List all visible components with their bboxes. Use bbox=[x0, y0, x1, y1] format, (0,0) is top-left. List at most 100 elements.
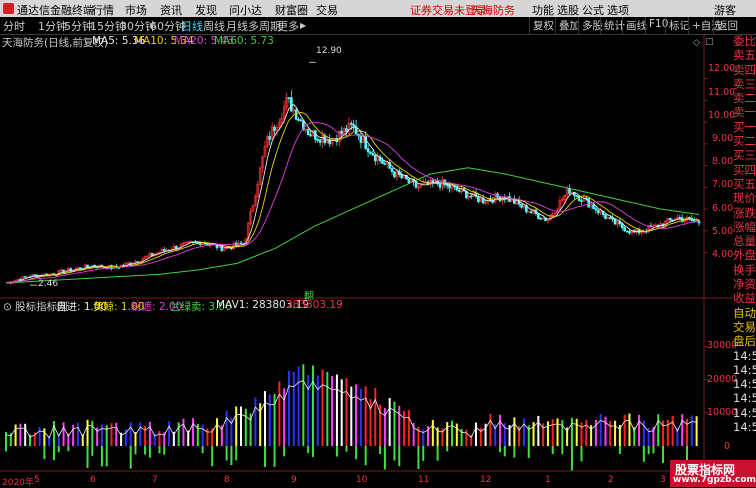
candle-body bbox=[608, 217, 612, 219]
tab-weekly[interactable]: 周线 bbox=[203, 18, 225, 34]
candle-body bbox=[297, 119, 300, 121]
indicator-bar bbox=[139, 422, 142, 446]
indicator-bar bbox=[451, 420, 454, 446]
candle-body bbox=[580, 200, 583, 202]
tab-monthly[interactable]: 月线 bbox=[226, 18, 248, 34]
indicator-bar bbox=[690, 415, 693, 446]
btn-back[interactable]: 返回 bbox=[713, 17, 741, 35]
indicator-bar-negative bbox=[647, 446, 650, 455]
date-tick: 6 bbox=[90, 475, 96, 485]
menu-quotes[interactable]: 行情 bbox=[92, 2, 114, 18]
menu-select-stock[interactable]: 选股 bbox=[557, 2, 579, 18]
indicator-bar bbox=[551, 419, 554, 446]
indicator-bar-negative bbox=[225, 446, 228, 461]
date-tick: 12 bbox=[480, 475, 492, 485]
indicator-bar bbox=[105, 425, 108, 446]
side-panel-item[interactable]: 交易 bbox=[733, 320, 756, 334]
indicator-bar bbox=[575, 418, 578, 446]
candle-body bbox=[390, 168, 394, 172]
indicator-bar-negative bbox=[436, 446, 439, 461]
tab-5min[interactable]: 5分钟 bbox=[64, 18, 93, 34]
indicator-bar-negative bbox=[364, 446, 367, 466]
indicator-bar bbox=[570, 417, 573, 446]
indicator-bar bbox=[556, 418, 559, 446]
indicator-bar-negative bbox=[52, 446, 55, 461]
indicator-bar bbox=[158, 431, 161, 446]
indicator-bar bbox=[321, 369, 324, 446]
menu-news[interactable]: 资讯 bbox=[160, 2, 182, 18]
low-price-label: 2.46 bbox=[38, 279, 59, 289]
indicator-bar-negative bbox=[235, 446, 238, 461]
indicator-bar bbox=[623, 414, 626, 446]
side-panel-item[interactable]: 盘后 bbox=[733, 334, 756, 348]
indicator-bar-negative bbox=[57, 446, 60, 453]
side-panel-item: 买四 bbox=[733, 162, 756, 177]
side-panel-item: 14:56 bbox=[733, 377, 756, 392]
tab-fenshi[interactable]: 分时 bbox=[3, 18, 25, 34]
candle-body bbox=[537, 213, 540, 219]
candle-body bbox=[316, 138, 320, 141]
indicator-bar bbox=[38, 427, 41, 446]
candle-body bbox=[373, 154, 377, 162]
btn-fuquan[interactable]: 复权 bbox=[529, 17, 557, 35]
menu-trade[interactable]: 交易 bbox=[316, 2, 338, 18]
candle-body bbox=[477, 196, 480, 202]
indicator-bar-negative bbox=[67, 446, 70, 452]
indicator-bar-negative bbox=[144, 446, 147, 455]
indicator-bar-negative bbox=[570, 446, 573, 471]
indicator-bar bbox=[431, 419, 434, 446]
menu-options[interactable]: 选项 bbox=[607, 2, 629, 18]
side-panel-item: 14:56 bbox=[733, 348, 756, 363]
candle-body bbox=[400, 174, 403, 179]
candle-body bbox=[668, 217, 672, 221]
candle-body bbox=[352, 124, 355, 127]
more-chevron-icon[interactable]: ▶ bbox=[300, 21, 306, 30]
indicator-bar-negative bbox=[100, 446, 103, 467]
tab-more[interactable]: 更多 bbox=[277, 18, 299, 34]
menu-wealth[interactable]: 财富圈 bbox=[275, 2, 308, 18]
window-icon[interactable]: □ bbox=[705, 37, 714, 47]
side-panel-item: 卖五 bbox=[733, 48, 756, 63]
indicator-bar bbox=[686, 418, 689, 446]
vol-tick: 0 bbox=[724, 441, 731, 452]
indicator-bar-negative bbox=[527, 446, 530, 458]
tab-1min[interactable]: 1分钟 bbox=[38, 18, 67, 34]
indicator-bar bbox=[110, 423, 113, 446]
tab-daily[interactable]: 日线 bbox=[181, 18, 203, 34]
date-tick: 2 bbox=[608, 475, 614, 485]
indicator-bar bbox=[350, 386, 353, 446]
side-panel-item: 买三 bbox=[733, 148, 756, 163]
date-tick: 2020年 bbox=[2, 478, 34, 488]
candle-body bbox=[290, 97, 293, 112]
menu-function[interactable]: 功能 bbox=[532, 2, 554, 18]
indicator-bar bbox=[594, 420, 597, 446]
quote-side-panel: 委比 卖五 卖四 卖三 卖二 卖一 买一 买二 买三 买四 买五 现价 涨跌 涨幅 总量 外盘 换手 净资 收益 自动… bbox=[733, 34, 756, 434]
indicator-bar bbox=[244, 408, 247, 446]
indicator-bar-negative bbox=[230, 446, 233, 466]
indicator-bar bbox=[585, 419, 588, 446]
side-panel-item[interactable]: 自动 bbox=[733, 306, 756, 320]
candle-body bbox=[539, 218, 543, 220]
collapse-icon[interactable]: ◇ bbox=[693, 38, 700, 48]
indicator-bar bbox=[326, 371, 329, 446]
menu-market[interactable]: 市场 bbox=[125, 2, 147, 18]
indicator-bar bbox=[657, 414, 660, 446]
candle-body bbox=[350, 122, 353, 125]
indicator-bar bbox=[278, 381, 281, 446]
indicator-bar-negative bbox=[148, 446, 151, 458]
indicator-bar bbox=[239, 406, 242, 446]
candle-body bbox=[86, 264, 89, 268]
high-price-label: 12.90 bbox=[316, 46, 342, 56]
menu-guest[interactable]: 游客 bbox=[714, 2, 736, 18]
ma60-label: MA60: 5.73 bbox=[214, 35, 274, 47]
indicator-bar bbox=[364, 386, 367, 446]
price-tick: 8.00 bbox=[712, 156, 734, 167]
date-tick: 8 bbox=[224, 475, 230, 485]
kline-chart[interactable] bbox=[0, 34, 733, 487]
menu-discover[interactable]: 发现 bbox=[195, 2, 217, 18]
candle-body bbox=[596, 209, 600, 214]
indicator-bar bbox=[72, 424, 75, 446]
menu-formula[interactable]: 公式 bbox=[582, 2, 604, 18]
indicator-bar bbox=[273, 394, 276, 446]
menu-wenxiaoda[interactable]: 问小达 bbox=[229, 2, 262, 18]
